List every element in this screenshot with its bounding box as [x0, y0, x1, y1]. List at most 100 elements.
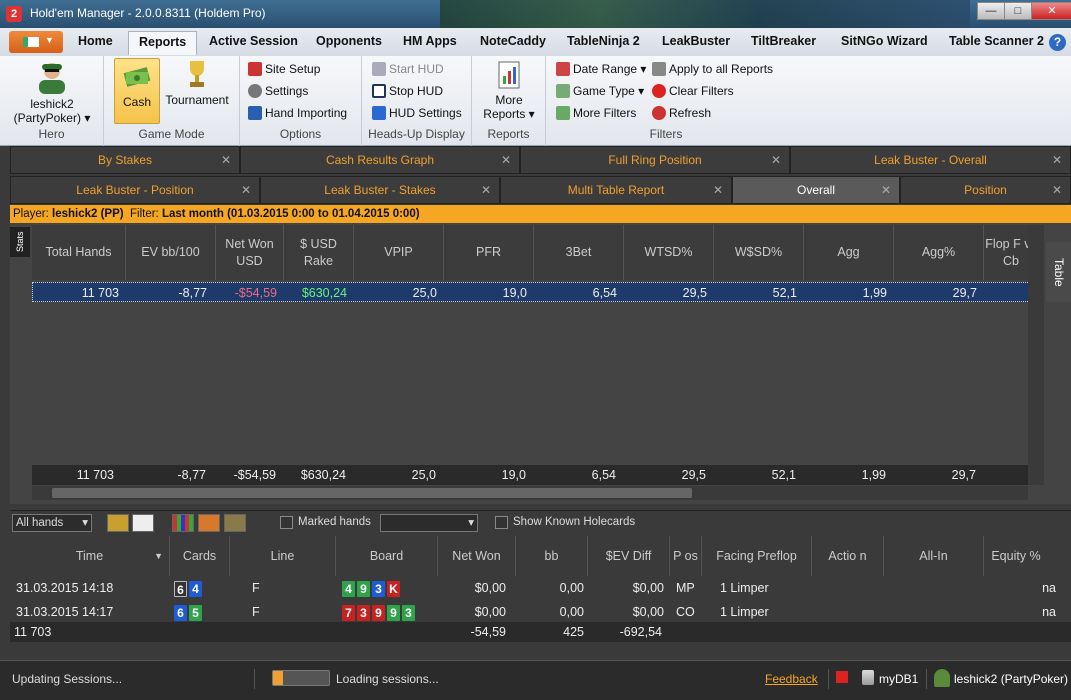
more-reports-button[interactable]: More Reports ▾ [476, 60, 542, 121]
tab-active-session[interactable]: Active Session [209, 34, 298, 48]
cash-button[interactable]: Cash [114, 58, 160, 124]
clear-filters-label: Clear Filters [669, 84, 734, 98]
board-card: 7 [342, 604, 355, 621]
col-3bet[interactable]: 3Bet [534, 225, 624, 280]
settings-button[interactable]: Settings [248, 84, 308, 98]
close-icon[interactable]: ✕ [241, 177, 251, 203]
tournament-button[interactable]: Tournament [162, 58, 232, 107]
hand-importing-button[interactable]: Hand Importing [248, 106, 347, 120]
tab-home[interactable]: Home [78, 34, 113, 48]
help-icon[interactable]: ? [1049, 34, 1066, 51]
col-vpip[interactable]: VPIP [354, 225, 444, 280]
tab-table-scanner[interactable]: Table Scanner 2 [949, 34, 1044, 48]
col-board[interactable]: Board [336, 536, 438, 576]
col-action[interactable]: Actio n [812, 536, 884, 576]
marked-hands-checkbox[interactable] [280, 516, 293, 529]
range-grid-button[interactable] [172, 514, 194, 532]
col-facing-preflop[interactable]: Facing Preflop [702, 536, 812, 576]
tab-tiltbreaker[interactable]: TiltBreaker [751, 34, 816, 48]
scroll-thumb[interactable] [52, 488, 692, 498]
flag-icon[interactable] [836, 671, 848, 683]
tab-leak-buster-stakes[interactable]: Leak Buster - Stakes ✕ [260, 176, 500, 204]
col-wsd[interactable]: W$SD% [714, 225, 804, 280]
col-wtsd[interactable]: WTSD% [624, 225, 714, 280]
more-filters-button[interactable]: More Filters [556, 106, 636, 120]
cell-vpip: 25,0 [412, 286, 437, 300]
tab-position[interactable]: Position ✕ [900, 176, 1071, 204]
db-name[interactable]: myDB1 [879, 672, 918, 686]
tab-leakbuster[interactable]: LeakBuster [662, 34, 730, 48]
table-row[interactable]: 31.03.2015 14:17 6 5 F 7 3 9 9 3 $0,00 0,00 $0,00 CO… [10, 601, 1071, 623]
app-menu-button[interactable]: ▼ [9, 31, 63, 53]
col-allin[interactable]: All-In [884, 536, 984, 576]
close-button[interactable]: ✕ [1031, 2, 1071, 20]
feedback-link[interactable]: Feedback [765, 672, 818, 686]
tab-opponents[interactable]: Opponents [316, 34, 382, 48]
close-icon[interactable]: ✕ [221, 147, 231, 173]
tab-cash-results-graph[interactable]: Cash Results Graph ✕ [240, 146, 520, 174]
replayer-button[interactable] [132, 514, 154, 532]
table-row[interactable]: 31.03.2015 14:18 6 4 F 4 9 3 K $0,00 0,00 $0,00 MP 1… [10, 577, 1071, 599]
tab-tableninja[interactable]: TableNinja 2 [567, 34, 640, 48]
tab-full-ring-position[interactable]: Full Ring Position ✕ [520, 146, 790, 174]
col-agg[interactable]: Agg [804, 225, 894, 280]
board-card: 9 [387, 604, 400, 621]
close-icon[interactable]: ✕ [1052, 147, 1062, 173]
refresh-button[interactable]: Refresh [652, 106, 711, 120]
col-agg-pct[interactable]: Agg% [894, 225, 984, 280]
game-type-button[interactable]: Game Type ▾ [556, 84, 644, 98]
tab-overall[interactable]: Overall ✕ [732, 176, 900, 204]
col-line[interactable]: Line [230, 536, 336, 576]
col-pfr[interactable]: PFR [444, 225, 534, 280]
marked-hands-select[interactable]: ▾ [380, 514, 478, 532]
tab-notecaddy[interactable]: NoteCaddy [480, 34, 546, 48]
board-card: 3 [372, 580, 385, 597]
stats-side-tab[interactable]: Stats [10, 227, 30, 257]
col-ev-bb100[interactable]: EV bb/100 [126, 225, 216, 280]
app-icon[interactable]: 2 [6, 6, 22, 22]
trophy-filter-button[interactable] [224, 514, 246, 532]
stop-hud-button[interactable]: Stop HUD [372, 84, 443, 98]
col-pos[interactable]: P os [670, 536, 702, 576]
stats-horizontal-scrollbar[interactable] [32, 486, 1028, 500]
tab-reports[interactable]: Reports [128, 31, 198, 55]
tab-multi-table-report[interactable]: Multi Table Report ✕ [500, 176, 732, 204]
tab-by-stakes[interactable]: By Stakes ✕ [10, 146, 240, 174]
close-icon[interactable]: ✕ [771, 147, 781, 173]
maximize-button[interactable]: □ [1004, 2, 1032, 20]
rewind-button[interactable] [107, 514, 129, 532]
close-icon[interactable]: ✕ [713, 177, 723, 203]
hud-settings-button[interactable]: HUD Settings [372, 106, 462, 120]
col-net-won[interactable]: Net Won USD [216, 225, 284, 280]
apply-all-reports-button[interactable]: Apply to all Reports [652, 62, 773, 76]
tab-leak-buster-overall[interactable]: Leak Buster - Overall ✕ [790, 146, 1071, 174]
date-range-button[interactable]: Date Range ▾ [556, 62, 646, 76]
stats-row[interactable]: 11 703 -8,77 -$54,59 $630,24 25,0 19,0 6… [32, 282, 1038, 302]
clear-filters-button[interactable]: Clear Filters [652, 84, 734, 98]
site-setup-button[interactable]: Site Setup [248, 62, 320, 76]
table-side-tab[interactable]: Table [1046, 242, 1071, 302]
col-cards[interactable]: Cards [170, 536, 230, 576]
close-icon[interactable]: ✕ [1052, 177, 1062, 203]
col-ev-diff[interactable]: $EV Diff [588, 536, 670, 576]
start-hud-button[interactable]: Start HUD [372, 62, 444, 76]
close-icon[interactable]: ✕ [501, 147, 511, 173]
minimize-button[interactable]: — [977, 2, 1005, 20]
show-holecards-checkbox[interactable] [495, 516, 508, 529]
col-bb[interactable]: bb [516, 536, 588, 576]
hero-button[interactable]: leshick2 (PartyPoker) ▾ [0, 58, 104, 125]
user-name[interactable]: leshick2 (PartyPoker) [954, 672, 1068, 686]
col-total-hands[interactable]: Total Hands [32, 225, 126, 280]
bar-chart-button[interactable] [198, 514, 220, 532]
col-rake[interactable]: $ USD Rake [284, 225, 354, 280]
tab-hm-apps[interactable]: HM Apps [403, 34, 457, 48]
col-equity[interactable]: Equity % [984, 536, 1048, 576]
close-icon[interactable]: ✕ [481, 177, 491, 203]
all-hands-select[interactable]: All hands ▾ [12, 514, 92, 532]
col-time[interactable]: Time ▼ [10, 536, 170, 576]
stats-vertical-scrollbar[interactable] [1028, 225, 1044, 485]
tab-sitngo-wizard[interactable]: SitNGo Wizard [841, 34, 928, 48]
tab-leak-buster-position[interactable]: Leak Buster - Position ✕ [10, 176, 260, 204]
col-net-won-hands[interactable]: Net Won [438, 536, 516, 576]
close-icon[interactable]: ✕ [881, 177, 891, 203]
